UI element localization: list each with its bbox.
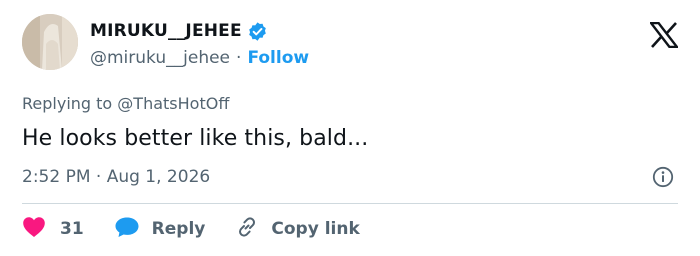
author-block: MIRUKU__JEHEE @miruku__jehee · Follow bbox=[90, 18, 309, 68]
tweet-text: He looks better like this, bald... bbox=[22, 126, 369, 151]
speech-bubble-icon bbox=[114, 216, 140, 243]
reply-context: Replying to @ThatsHotOff bbox=[22, 94, 229, 113]
separator: · bbox=[236, 48, 242, 68]
tweet-timestamp[interactable]: 2:52 PM · Aug 1, 2026 bbox=[22, 167, 210, 187]
reply-label: Reply bbox=[151, 219, 206, 239]
link-icon bbox=[235, 215, 259, 244]
handle[interactable]: @miruku__jehee bbox=[90, 48, 230, 68]
name-row: MIRUKU__JEHEE bbox=[90, 18, 309, 44]
info-icon[interactable] bbox=[652, 166, 674, 188]
avatar-image bbox=[22, 14, 78, 70]
like-count: 31 bbox=[60, 219, 84, 239]
reply-mention[interactable]: @ThatsHotOff bbox=[117, 94, 229, 113]
replying-prefix: Replying to bbox=[22, 94, 113, 113]
like-button[interactable]: 31 bbox=[22, 216, 84, 243]
reply-button[interactable]: Reply bbox=[114, 216, 206, 243]
handle-row: @miruku__jehee · Follow bbox=[90, 48, 309, 68]
copy-link-button[interactable]: Copy link bbox=[235, 215, 360, 244]
copy-link-label: Copy link bbox=[271, 219, 360, 239]
x-logo-icon[interactable] bbox=[648, 21, 680, 49]
divider bbox=[22, 203, 678, 204]
action-bar: 31 Reply Copy link bbox=[22, 216, 360, 242]
tweet-card: MIRUKU__JEHEE @miruku__jehee · Follow Re… bbox=[0, 0, 700, 256]
display-name[interactable]: MIRUKU__JEHEE bbox=[90, 21, 242, 41]
verified-badge-icon bbox=[247, 21, 268, 42]
avatar[interactable] bbox=[22, 14, 78, 70]
heart-icon bbox=[22, 216, 46, 243]
follow-button[interactable]: Follow bbox=[247, 48, 309, 68]
